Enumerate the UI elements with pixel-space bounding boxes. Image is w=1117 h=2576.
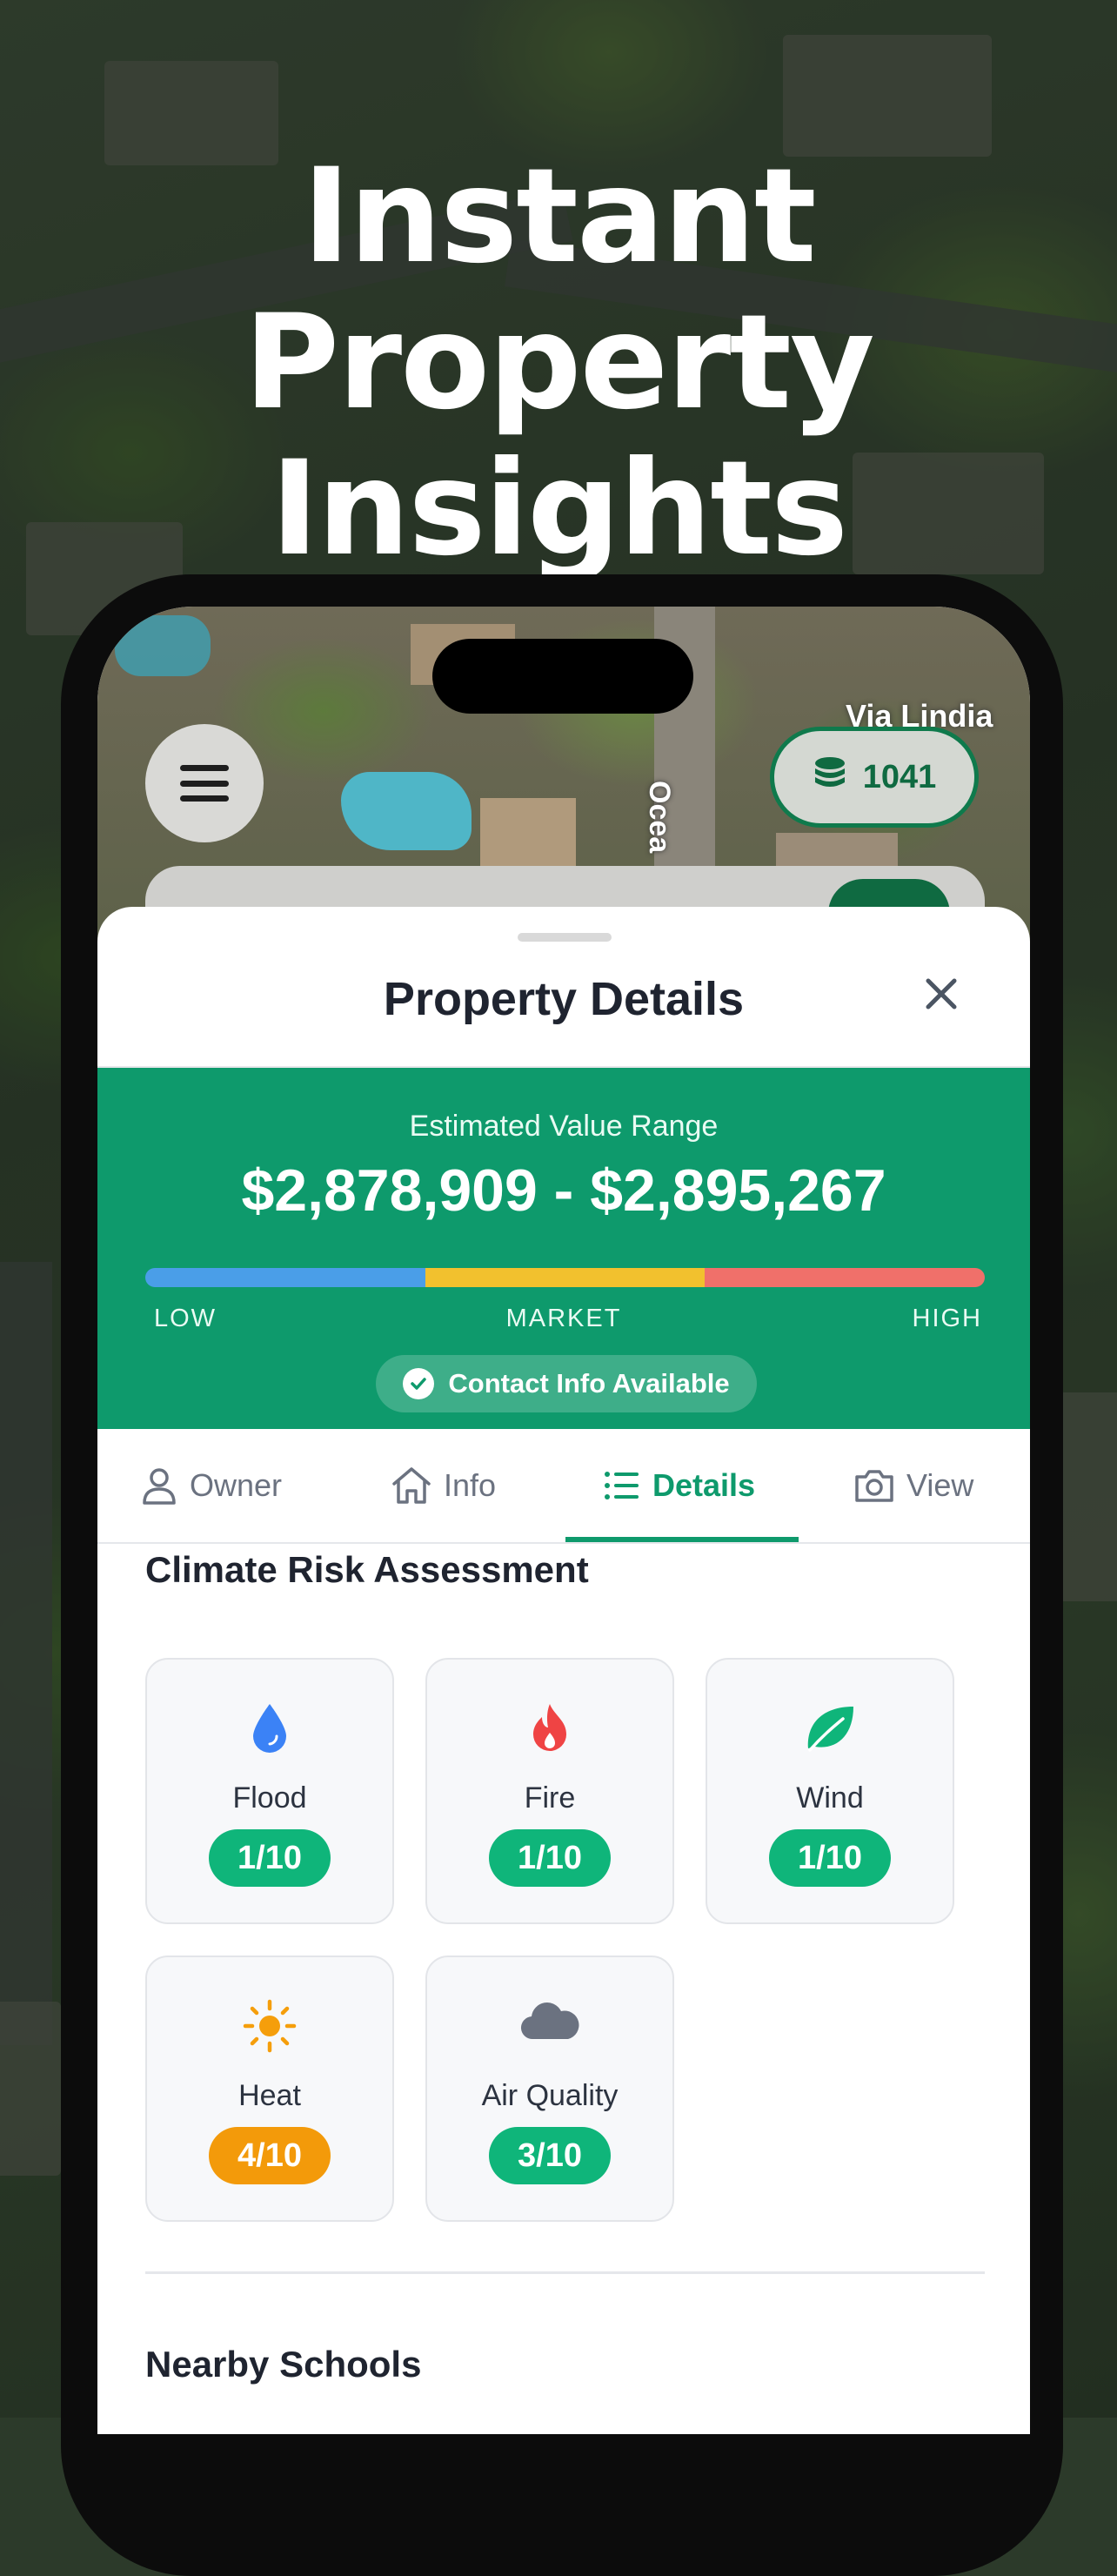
scale-high-label: HIGH (912, 1305, 982, 1332)
dynamic-island (432, 639, 693, 714)
credits-badge[interactable]: 1041 (770, 727, 979, 828)
sun-icon (147, 1999, 392, 2055)
climate-risk-title: Climate Risk Assessment (145, 1549, 589, 1590)
marketing-headline: Instant Property Insights (0, 144, 1117, 582)
risk-card-wind: Wind 1/10 (706, 1658, 954, 1924)
scale-market-label: MARKET (505, 1305, 622, 1332)
tab-owner-label: Owner (190, 1467, 283, 1503)
risk-card-heat: Heat 4/10 (145, 1955, 394, 2222)
value-label: Estimated Value Range (409, 1110, 719, 1143)
water-drop-icon (147, 1701, 392, 1757)
headline-line-1: Instant Property (244, 141, 875, 439)
detail-tabs: Owner Info Details View (97, 1429, 1030, 1544)
coins-stack-icon (813, 756, 847, 799)
risk-score: 1/10 (209, 1829, 331, 1887)
hamburger-icon (180, 765, 229, 802)
risk-score: 4/10 (209, 2127, 331, 2184)
tab-details-label: Details (652, 1467, 756, 1503)
sheet-title: Property Details (383, 973, 745, 1025)
leaf-icon (707, 1701, 953, 1757)
close-button[interactable] (911, 963, 972, 1024)
contact-info-label: Contact Info Available (448, 1368, 730, 1399)
phone-screen: Via Lindia Ocea 1041 Property Details Es… (97, 607, 1030, 2434)
risk-name: Wind (796, 1781, 864, 1815)
contact-info-chip[interactable]: Contact Info Available (376, 1355, 757, 1412)
headline-line-2: Insights (270, 433, 848, 585)
tab-view[interactable]: View (854, 1429, 973, 1542)
risk-score: 1/10 (489, 1829, 611, 1887)
fire-icon (427, 1701, 672, 1757)
section-divider (145, 2271, 985, 2274)
check-circle-icon (403, 1368, 435, 1399)
sheet-grabber[interactable] (518, 933, 612, 942)
risk-score: 1/10 (769, 1829, 891, 1887)
person-icon (143, 1468, 176, 1505)
value-scale-bar (145, 1268, 985, 1287)
risk-card-air-quality: Air Quality 3/10 (425, 1955, 674, 2222)
camera-icon (855, 1470, 893, 1502)
credits-count: 1041 (862, 758, 937, 795)
tab-info[interactable]: Info (391, 1429, 496, 1542)
risk-card-fire: Fire 1/10 (425, 1658, 674, 1924)
cloud-icon (427, 1999, 672, 2055)
tab-details[interactable]: Details (604, 1429, 755, 1542)
risk-score: 3/10 (489, 2127, 611, 2184)
risk-name: Air Quality (481, 2079, 619, 2112)
home-icon (392, 1467, 431, 1504)
property-details-sheet: Property Details Estimated Value Range $… (97, 907, 1030, 2434)
map-street-label-vertical: Ocea (643, 781, 676, 854)
risk-name: Flood (232, 1781, 307, 1815)
tab-info-label: Info (444, 1467, 497, 1503)
risk-name: Fire (524, 1781, 576, 1815)
estimated-value-panel: Estimated Value Range $2,878,909 - $2,89… (97, 1068, 1030, 1429)
active-tab-indicator (565, 1537, 799, 1542)
tab-owner[interactable]: Owner (141, 1429, 282, 1542)
risk-name: Heat (238, 2079, 301, 2112)
risk-card-flood: Flood 1/10 (145, 1658, 394, 1924)
nearby-schools-title: Nearby Schools (145, 2344, 422, 2385)
close-icon (926, 978, 957, 1010)
list-icon (605, 1472, 639, 1499)
tab-view-label: View (906, 1467, 974, 1503)
menu-button[interactable] (145, 724, 264, 842)
value-range: $2,878,909 - $2,895,267 (241, 1157, 886, 1224)
